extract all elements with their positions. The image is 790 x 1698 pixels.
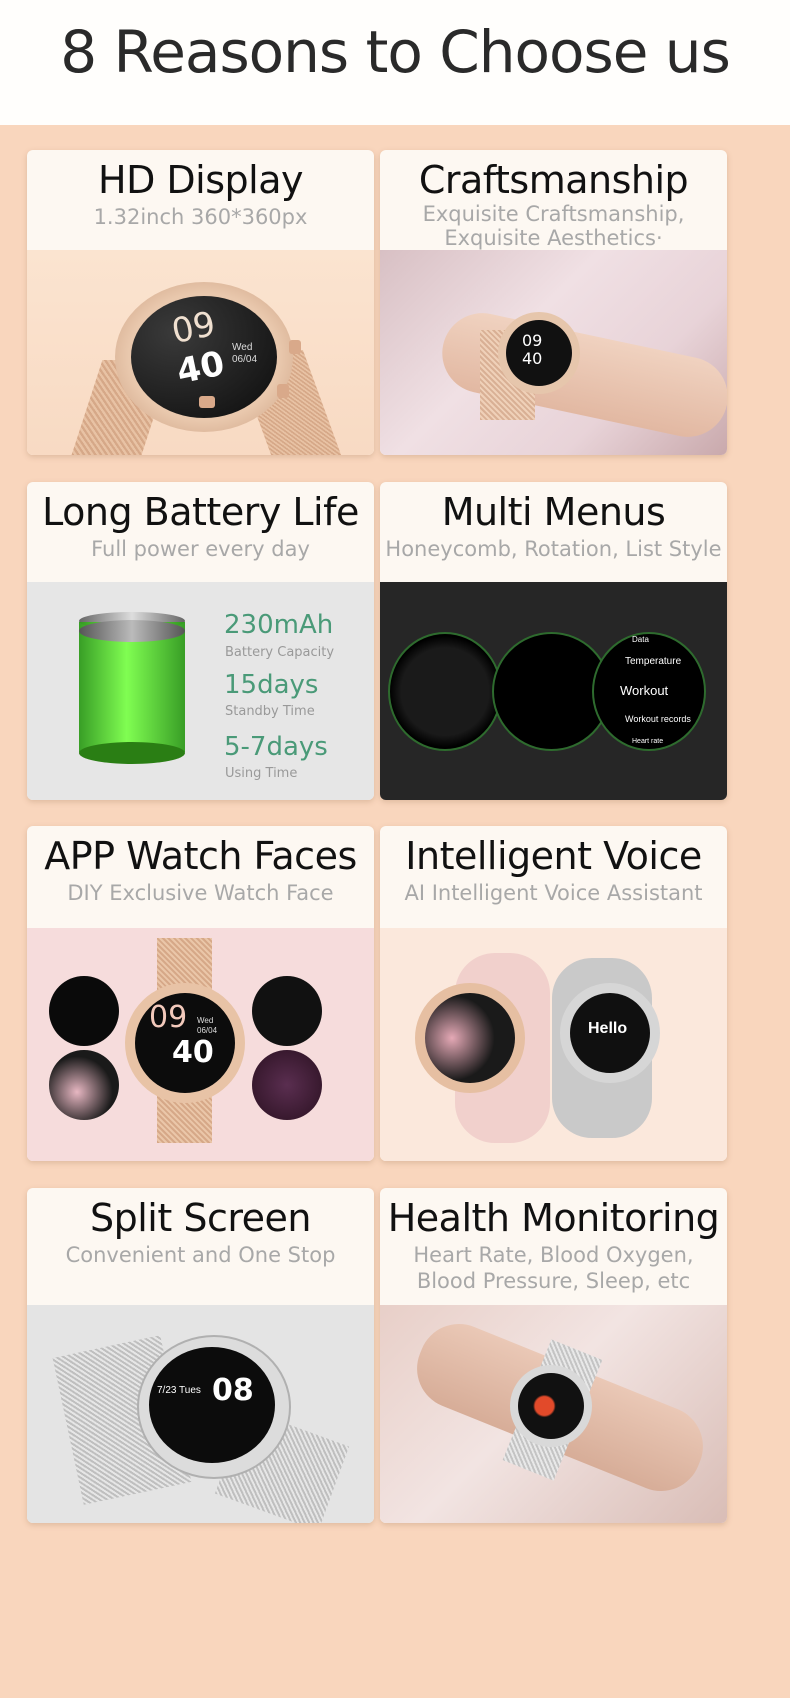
card-subtitle-line: Heart Rate, Blood Oxygen, bbox=[413, 1243, 694, 1267]
using-time-value: 5-7days bbox=[224, 732, 328, 762]
menu-item-heart-rate: Heart rate bbox=[632, 738, 664, 745]
watch-crown-button bbox=[277, 384, 289, 398]
feature-card-craftsmanship: Craftsmanship Exquisite Craftsmanship, E… bbox=[380, 150, 727, 455]
menu-item-temperature: Temperature bbox=[625, 656, 682, 667]
battery-capacity-label: Battery Capacity bbox=[225, 645, 335, 660]
watch-face-thumbnail bbox=[252, 1050, 322, 1120]
menu-item-data: Data bbox=[632, 635, 649, 644]
wrist bbox=[434, 305, 727, 445]
header: 8 Reasons to Choose us bbox=[0, 0, 790, 125]
battery-capacity-value: 230mAh bbox=[224, 610, 334, 640]
watch-minute: 40 bbox=[172, 1035, 214, 1070]
lifestyle-photo: 09 40 bbox=[380, 250, 727, 455]
card-title: Multi Menus bbox=[441, 490, 666, 534]
lifestyle-photo bbox=[380, 1305, 727, 1523]
using-time-label: Using Time bbox=[225, 766, 298, 781]
watch-date: 06/04 bbox=[232, 354, 258, 365]
card-subtitle: DIY Exclusive Watch Face bbox=[67, 881, 334, 905]
card-title: Health Monitoring bbox=[387, 1196, 720, 1240]
feature-card-multi-menus: Multi Menus Honeycomb, Rotation, List St… bbox=[380, 482, 727, 800]
feature-card-health-monitoring: Health Monitoring Heart Rate, Blood Oxyg… bbox=[380, 1188, 727, 1523]
watch-face-thumbnail bbox=[49, 1050, 119, 1120]
split-screen-panel: 7/23 Tues 08 bbox=[27, 1305, 374, 1523]
feature-card-intelligent-voice: Intelligent Voice AI Intelligent Voice A… bbox=[380, 826, 727, 1161]
feature-card-battery: Long Battery Life Full power every day 2… bbox=[27, 482, 374, 800]
battery-graphic-panel: 230mAh Battery Capacity 15days Standby T… bbox=[27, 582, 374, 800]
split-screen-time: 08 bbox=[212, 1373, 254, 1408]
card-subtitle-line: Exquisite Aesthetics· bbox=[444, 226, 663, 250]
page-title: 8 Reasons to Choose us bbox=[60, 18, 731, 86]
card-title: HD Display bbox=[98, 158, 303, 202]
feature-card-split-screen: Split Screen Convenient and One Stop 7/2… bbox=[27, 1188, 374, 1523]
card-subtitle-line: Exquisite Craftsmanship, bbox=[422, 202, 685, 226]
standby-time-value: 15days bbox=[224, 670, 319, 700]
watch-crown-button bbox=[199, 396, 215, 408]
card-subtitle: Convenient and One Stop bbox=[65, 1243, 336, 1267]
watch-date: 06/04 bbox=[197, 1026, 218, 1035]
voice-screen-text: Hello bbox=[588, 1020, 628, 1037]
rose-watch-screen bbox=[425, 993, 515, 1083]
card-subtitle: Honeycomb, Rotation, List Style bbox=[385, 537, 722, 561]
watch-face-thumbnail bbox=[252, 976, 322, 1046]
battery-icon bbox=[77, 612, 187, 772]
card-title: APP Watch Faces bbox=[44, 834, 357, 878]
watch-faces-panel: 09 40 Wed 06/04 bbox=[27, 928, 374, 1161]
watch-screen bbox=[518, 1373, 584, 1439]
card-subtitle: AI Intelligent Voice Assistant bbox=[404, 881, 703, 905]
watch-crown-button bbox=[289, 340, 301, 354]
card-title: Split Screen bbox=[90, 1196, 311, 1240]
menu-styles-panel: Data Temperature Workout Workout records… bbox=[380, 582, 727, 800]
menu-item-workout: Workout bbox=[620, 683, 669, 698]
feature-card-watch-faces: APP Watch Faces DIY Exclusive Watch Face… bbox=[27, 826, 374, 1161]
feature-card-hd-display: HD Display 1.32inch 360*360px 09 40 Wed … bbox=[27, 150, 374, 455]
watch-time: 09 40 bbox=[522, 331, 543, 368]
card-subtitle-line: Blood Pressure, Sleep, etc bbox=[416, 1269, 691, 1293]
card-title: Long Battery Life bbox=[42, 490, 359, 534]
menu-item-workout-records: Workout records bbox=[625, 714, 691, 724]
card-title: Intelligent Voice bbox=[405, 834, 702, 878]
standby-time-label: Standby Time bbox=[225, 704, 315, 719]
watch-product-image: 09 40 Wed 06/04 bbox=[27, 250, 374, 455]
voice-assistant-panel: Hello bbox=[380, 928, 727, 1161]
watch-face-thumbnail bbox=[49, 976, 119, 1046]
watch-day: Wed bbox=[197, 1016, 214, 1025]
card-title: Craftsmanship bbox=[418, 158, 689, 202]
card-subtitle: 1.32inch 360*360px bbox=[93, 205, 308, 229]
card-subtitle: Full power every day bbox=[91, 537, 310, 561]
watch-hour: 09 bbox=[149, 1000, 188, 1035]
honeycomb-menu-screen bbox=[388, 632, 502, 751]
watch-day: Wed bbox=[232, 342, 253, 353]
split-screen-date: 7/23 Tues bbox=[157, 1385, 201, 1396]
